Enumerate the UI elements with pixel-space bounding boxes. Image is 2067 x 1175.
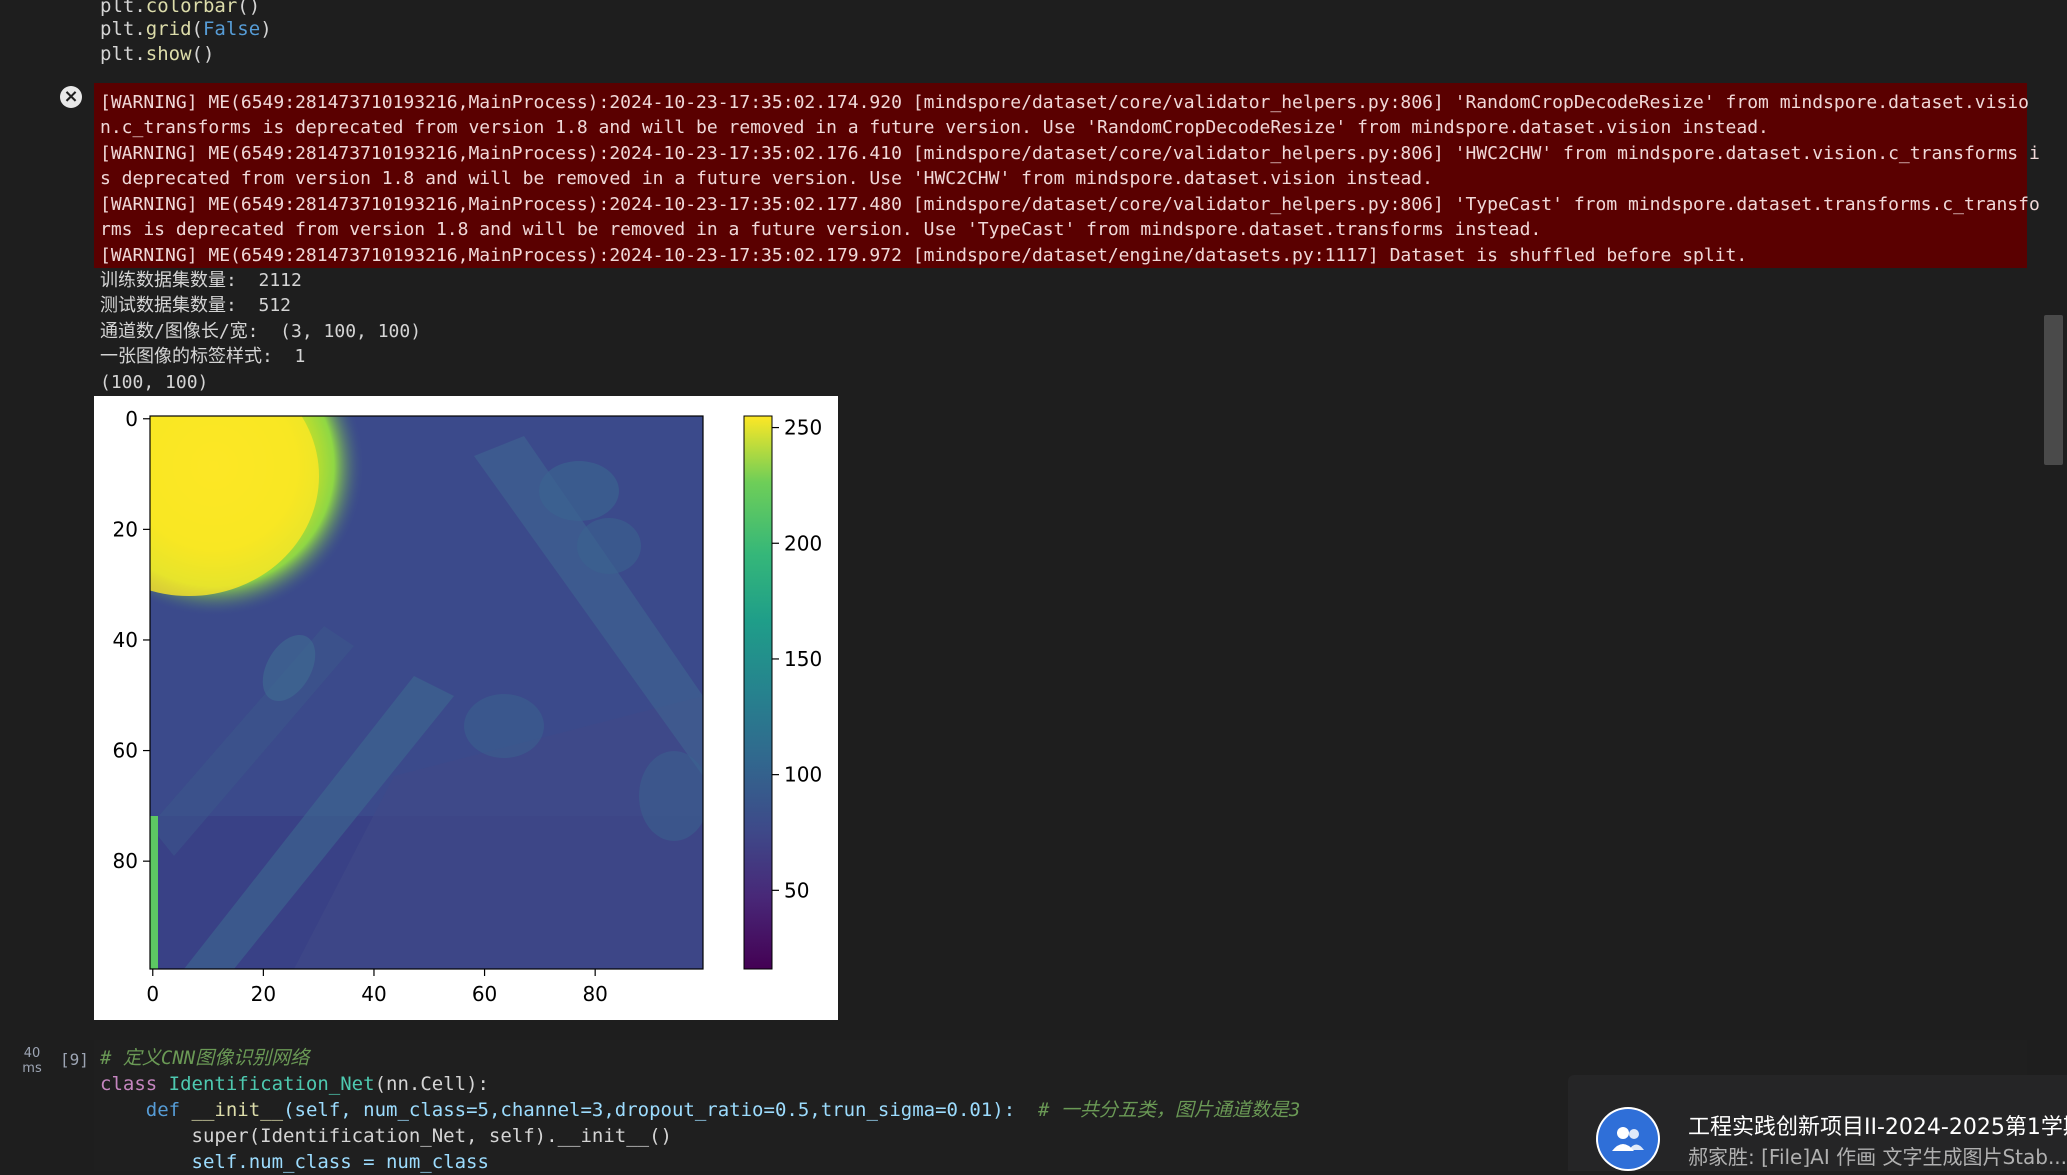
x-tick-label: 0 — [146, 982, 159, 1006]
warning-line: [WARNING] ME(6549:281473710193216,MainPr… — [100, 194, 2040, 215]
stdout-line: 训练数据集数量: 2112 — [100, 270, 302, 291]
colorbar-tick-label: 50 — [784, 878, 809, 902]
y-axis-ticks: 0 20 40 60 80 — [113, 407, 150, 873]
y-tick-label: 60 — [113, 739, 138, 763]
execution-count: [9] — [60, 1050, 89, 1069]
colorbar-tick-label: 150 — [784, 647, 822, 671]
colorbar — [743, 415, 773, 970]
colorbar-tick-label: 100 — [784, 763, 822, 787]
stdout-line: (100, 100) — [100, 372, 209, 393]
heatmap-figure: 0 20 40 60 80 0 20 40 60 80 250 200 150 100 50 — [113, 407, 823, 1006]
y-tick-label: 40 — [113, 628, 138, 652]
warning-line: s deprecated from version 1.8 and will b… — [100, 168, 1433, 189]
class-name: Identification_Net — [168, 1073, 375, 1095]
keyword-class: class — [100, 1073, 158, 1095]
warning-line: rms is deprecated from version 1.8 and w… — [100, 219, 1542, 240]
code-def-line: def __init__(self, num_class=5,channel=3… — [100, 1098, 1301, 1123]
class-base: (nn.Cell): — [374, 1073, 489, 1095]
execution-time-unit: ms — [22, 1061, 42, 1076]
execution-time-value: 40 — [23, 1046, 41, 1061]
x-tick-label: 80 — [582, 982, 607, 1006]
y-tick-label: 20 — [113, 517, 138, 541]
code-assign: self.num_class = num_class — [191, 1151, 489, 1173]
code-comment: # 定义CNN图像识别网络 — [100, 1047, 310, 1069]
warning-line: [WARNING] ME(6549:281473710193216,MainPr… — [100, 245, 1748, 266]
stdout-line: 测试数据集数量: 512 — [100, 295, 292, 316]
x-tick-label: 40 — [361, 982, 386, 1006]
y-tick-label: 0 — [125, 407, 138, 431]
clear-output-icon[interactable]: × — [60, 86, 82, 108]
code-class-line: class Identification_Net(nn.Cell): — [100, 1072, 489, 1097]
notification-toast[interactable]: 工程实践创新项目II-2024-2025第1学期 郝家胜: [File]AI 作… — [1568, 1075, 2067, 1171]
y-tick-label: 80 — [113, 849, 138, 873]
function-name: __init__ — [191, 1099, 284, 1121]
notification-title: 工程实践创新项目II-2024-2025第1学期 — [1688, 1115, 2067, 1140]
colorbar-tick-label: 200 — [784, 531, 822, 555]
x-tick-label: 60 — [472, 982, 497, 1006]
function-args: (self, num_class=5,channel=3,dropout_rat… — [283, 1099, 1016, 1121]
code-super-call: super(Identification_Net, self).__init__… — [191, 1125, 672, 1147]
notification-subtitle: 郝家胜: [File]AI 作画 文字生成图片Stab... — [1688, 1145, 2067, 1169]
scrollbar-thumb[interactable] — [2044, 315, 2063, 465]
warning-line: [WARNING] ME(6549:281473710193216,MainPr… — [100, 143, 2040, 164]
scrollbar-track[interactable] — [2040, 0, 2067, 1171]
execution-time: 40 ms — [20, 1046, 44, 1076]
code-cell-top[interactable] — [90, 0, 2025, 75]
code-line-grid: plt.grid(False) — [100, 18, 272, 40]
code-assign-line: self.num_class = num_class — [100, 1150, 489, 1175]
code-super-line: super(Identification_Net, self).__init__… — [100, 1124, 672, 1149]
heatmap-image — [150, 416, 703, 969]
warning-line: n.c_transforms is deprecated from versio… — [100, 117, 1769, 138]
code-comment-line: # 定义CNN图像识别网络 — [100, 1046, 309, 1071]
colorbar-ticks: 250 200 150 100 50 — [772, 416, 822, 902]
x-tick-label: 20 — [251, 982, 276, 1006]
stdout-line: 一张图像的标签样式: 1 — [100, 346, 306, 367]
colorbar-tick-label: 250 — [784, 416, 822, 440]
x-axis-ticks: 0 20 40 60 80 — [146, 969, 608, 1006]
keyword-def: def — [145, 1099, 181, 1121]
warning-line: [WARNING] ME(6549:281473710193216,MainPr… — [100, 92, 2029, 113]
group-avatar — [1596, 1107, 1660, 1171]
code-line-show: plt.show() — [100, 43, 215, 65]
stdout-line: 通道数/图像长/宽: (3, 100, 100) — [100, 321, 422, 342]
group-icon — [1598, 1109, 1658, 1169]
code-comment: # 一共分五类，图片通道数是3 — [1038, 1099, 1301, 1121]
